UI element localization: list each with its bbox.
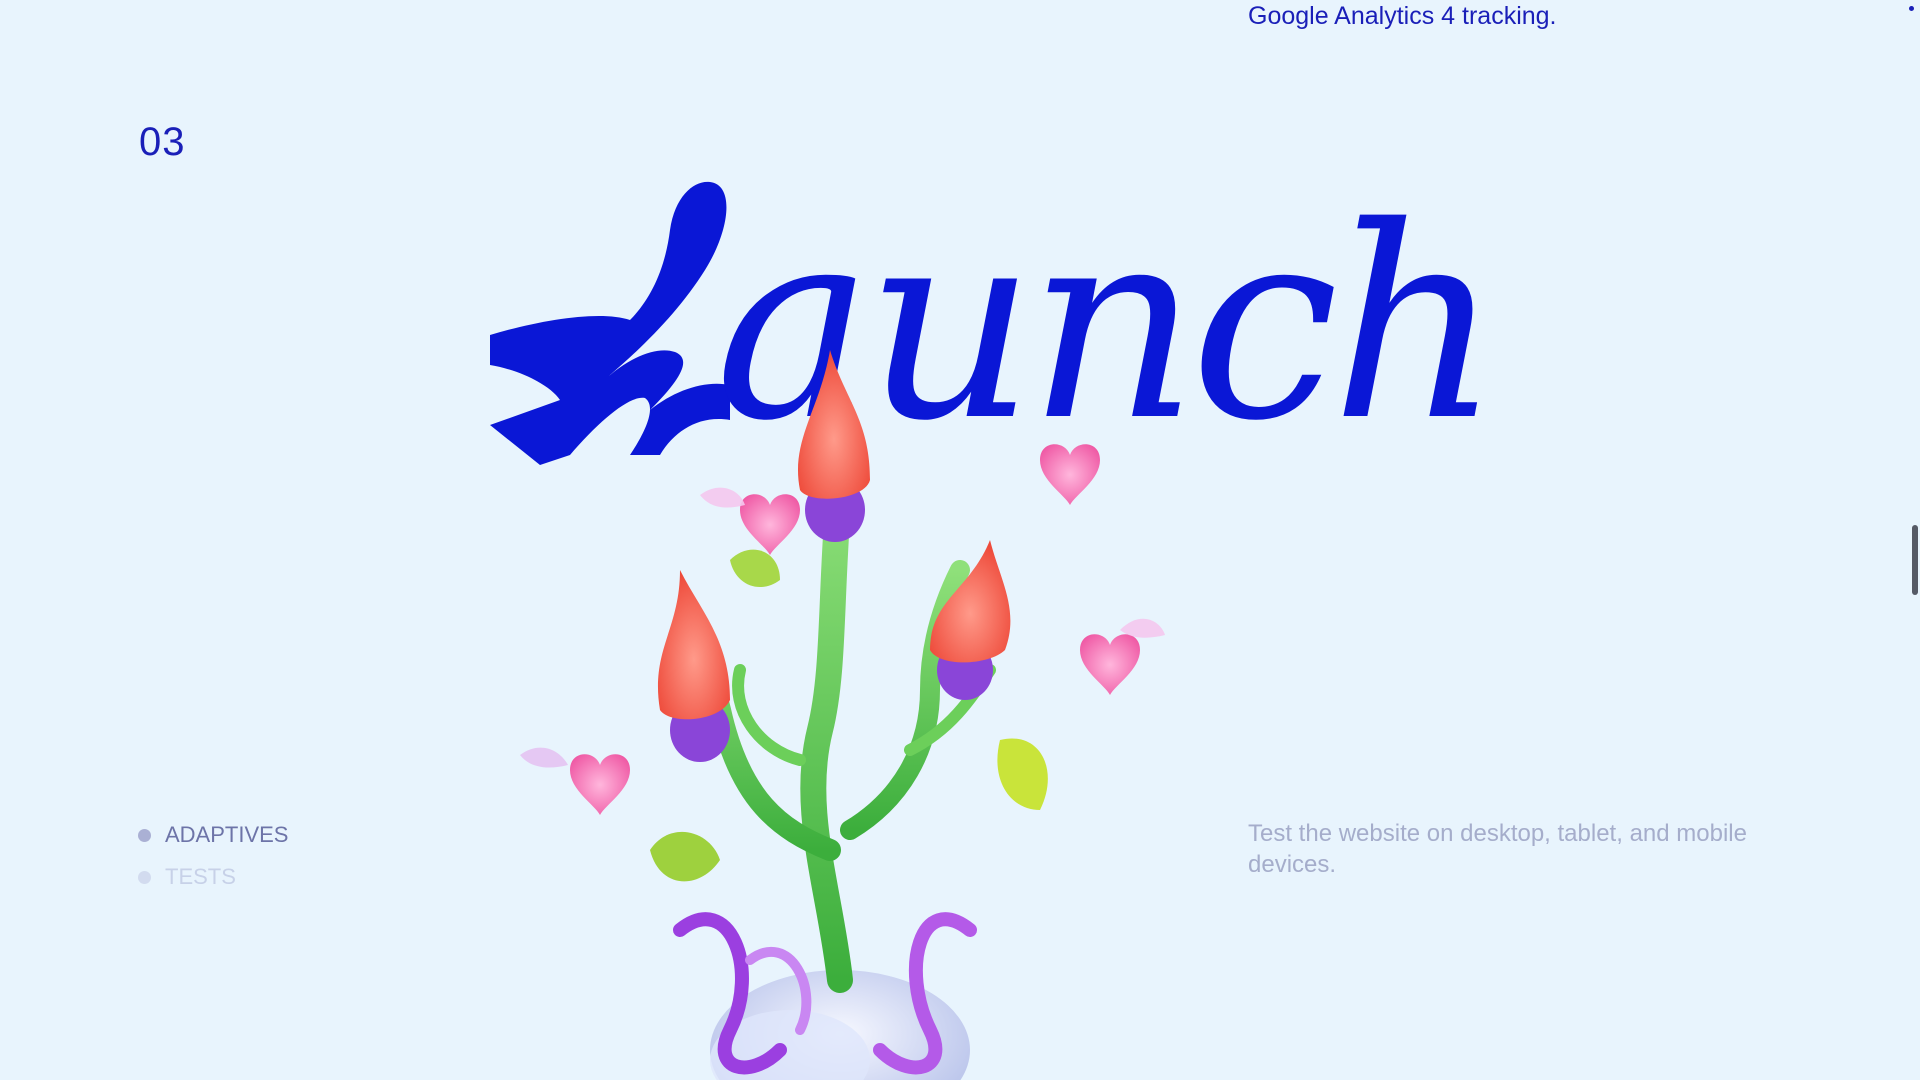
bullet-dot-icon	[138, 828, 151, 842]
list-item-label: ADAPTIVES	[165, 822, 289, 847]
flying-heart-4	[520, 747, 630, 815]
flower-bud-left	[657, 570, 730, 762]
page: Google Analytics 4 tracking. 03 aunch AD…	[0, 0, 1920, 1080]
section-description: Test the website on desktop, tablet, and…	[1248, 820, 1747, 878]
scrollbar-thumb[interactable]	[1912, 525, 1918, 595]
flying-heart-3	[1080, 618, 1165, 695]
list-item-label: TESTS	[165, 864, 236, 889]
corner-dot	[1909, 6, 1914, 11]
flying-heart-1	[700, 487, 800, 555]
flower-illustration	[520, 350, 1165, 1080]
flower-bud-top	[797, 350, 870, 542]
section-number: 03	[139, 120, 186, 164]
feature-list: ADAPTIVES TESTS	[138, 820, 288, 904]
bullet-dot-icon	[138, 870, 151, 884]
flower-bud-right	[930, 540, 1011, 700]
flying-heart-2	[1040, 444, 1100, 505]
list-item-adaptives[interactable]: ADAPTIVES	[138, 820, 288, 850]
tracking-note: Google Analytics 4 tracking.	[1248, 2, 1557, 30]
list-item-tests[interactable]: TESTS	[138, 862, 288, 892]
